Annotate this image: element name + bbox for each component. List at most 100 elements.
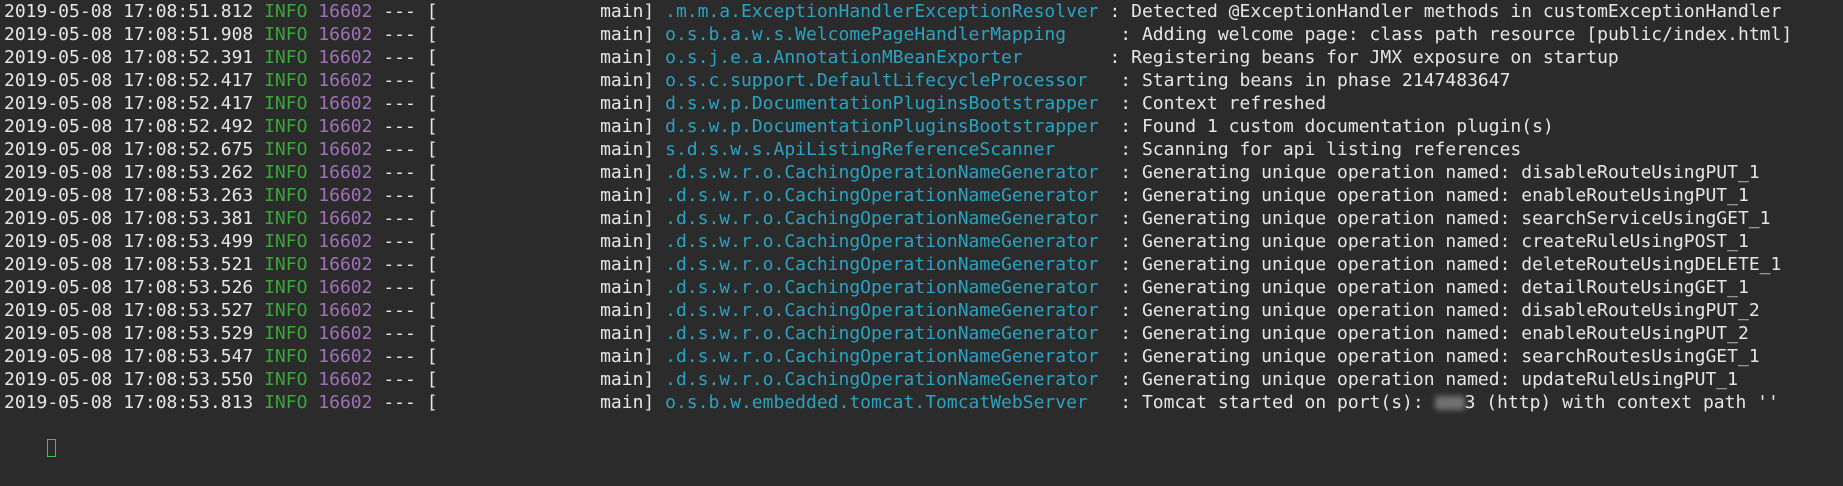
log-pid: 16602 <box>318 185 373 206</box>
log-separator: --- <box>383 185 416 206</box>
log-level: INFO <box>264 70 308 91</box>
log-thread: [ main] <box>426 392 655 413</box>
log-logger: .d.s.w.r.o.CachingOperationNameGenerator <box>665 323 1110 344</box>
log-thread: [ main] <box>426 24 655 45</box>
log-separator: --- <box>383 93 416 114</box>
log-message: : Found 1 custom documentation plugin(s) <box>1120 116 1554 137</box>
log-line: 2019-05-08 17:08:53.263 INFO 16602 --- [… <box>4 184 1843 207</box>
log-logger: d.s.w.p.DocumentationPluginsBootstrapper <box>665 116 1110 137</box>
log-message-suffix: 3 (http) with context path '' <box>1464 392 1779 413</box>
log-message: : Registering beans for JMX exposure on … <box>1109 47 1619 68</box>
log-timestamp: 2019-05-08 17:08:53.526 <box>4 277 254 298</box>
log-line: 2019-05-08 17:08:53.526 INFO 16602 --- [… <box>4 276 1843 299</box>
log-timestamp: 2019-05-08 17:08:53.547 <box>4 346 254 367</box>
log-pid: 16602 <box>318 300 373 321</box>
log-separator: --- <box>383 116 416 137</box>
log-level: INFO <box>264 323 308 344</box>
log-logger: .m.m.a.ExceptionHandlerExceptionResolver <box>665 1 1099 22</box>
log-message: : Generating unique operation named: del… <box>1120 254 1782 275</box>
log-logger: .d.s.w.r.o.CachingOperationNameGenerator <box>665 208 1110 229</box>
log-separator: --- <box>383 300 416 321</box>
log-message: : Generating unique operation named: dis… <box>1120 162 1760 183</box>
log-logger: .d.s.w.r.o.CachingOperationNameGenerator <box>665 162 1110 183</box>
log-separator: --- <box>383 392 416 413</box>
log-logger: .d.s.w.r.o.CachingOperationNameGenerator <box>665 254 1110 275</box>
log-level: INFO <box>264 93 308 114</box>
log-logger: d.s.w.p.DocumentationPluginsBootstrapper <box>665 93 1110 114</box>
log-pid: 16602 <box>318 392 373 413</box>
log-pid: 16602 <box>318 70 373 91</box>
log-timestamp: 2019-05-08 17:08:52.675 <box>4 139 254 160</box>
log-message: : Adding welcome page: class path resour… <box>1120 24 1793 45</box>
log-logger: o.s.b.a.w.s.WelcomePageHandlerMapping <box>665 24 1110 45</box>
log-level: INFO <box>264 208 308 229</box>
log-separator: --- <box>383 323 416 344</box>
terminal-output[interactable]: 2019-05-08 17:08:51.812 INFO 16602 --- [… <box>0 0 1843 457</box>
log-separator: --- <box>383 254 416 275</box>
log-logger: s.d.s.w.s.ApiListingReferenceScanner <box>665 139 1110 160</box>
log-logger: .d.s.w.r.o.CachingOperationNameGenerator <box>665 346 1110 367</box>
log-timestamp: 2019-05-08 17:08:51.908 <box>4 24 254 45</box>
log-pid: 16602 <box>318 323 373 344</box>
log-thread: [ main] <box>426 162 655 183</box>
log-pid: 16602 <box>318 1 373 22</box>
log-timestamp: 2019-05-08 17:08:51.812 <box>4 1 254 22</box>
log-level: INFO <box>264 24 308 45</box>
log-line: 2019-05-08 17:08:53.499 INFO 16602 --- [… <box>4 230 1843 253</box>
log-thread: [ main] <box>426 254 655 275</box>
log-line: 2019-05-08 17:08:53.521 INFO 16602 --- [… <box>4 253 1843 276</box>
log-line: 2019-05-08 17:08:52.492 INFO 16602 --- [… <box>4 115 1843 138</box>
log-pid: 16602 <box>318 277 373 298</box>
log-thread: [ main] <box>426 93 655 114</box>
log-level: INFO <box>264 300 308 321</box>
log-separator: --- <box>383 277 416 298</box>
log-message: : Generating unique operation named: sea… <box>1120 208 1771 229</box>
redacted-port <box>1434 396 1465 410</box>
log-level: INFO <box>264 1 308 22</box>
log-logger: o.s.j.e.a.AnnotationMBeanExporter <box>665 47 1099 68</box>
log-line: 2019-05-08 17:08:53.813 INFO 16602 --- [… <box>4 391 1843 414</box>
log-thread: [ main] <box>426 369 655 390</box>
log-separator: --- <box>383 24 416 45</box>
log-separator: --- <box>383 231 416 252</box>
log-level: INFO <box>264 392 308 413</box>
log-message: : Generating unique operation named: cre… <box>1120 231 1749 252</box>
log-pid: 16602 <box>318 116 373 137</box>
log-timestamp: 2019-05-08 17:08:52.417 <box>4 70 254 91</box>
log-timestamp: 2019-05-08 17:08:53.529 <box>4 323 254 344</box>
log-pid: 16602 <box>318 254 373 275</box>
log-level: INFO <box>264 185 308 206</box>
log-message: : Starting beans in phase 2147483647 <box>1120 70 1511 91</box>
log-pid: 16602 <box>318 231 373 252</box>
log-timestamp: 2019-05-08 17:08:53.499 <box>4 231 254 252</box>
log-line: 2019-05-08 17:08:51.812 INFO 16602 --- [… <box>4 0 1843 23</box>
log-line: 2019-05-08 17:08:53.550 INFO 16602 --- [… <box>4 368 1843 391</box>
log-timestamp: 2019-05-08 17:08:53.381 <box>4 208 254 229</box>
log-pid: 16602 <box>318 139 373 160</box>
log-timestamp: 2019-05-08 17:08:53.263 <box>4 185 254 206</box>
log-separator: --- <box>383 47 416 68</box>
log-pid: 16602 <box>318 47 373 68</box>
log-pid: 16602 <box>318 208 373 229</box>
log-line: 2019-05-08 17:08:53.547 INFO 16602 --- [… <box>4 345 1843 368</box>
log-separator: --- <box>383 139 416 160</box>
log-timestamp: 2019-05-08 17:08:52.417 <box>4 93 254 114</box>
log-message: : Generating unique operation named: ena… <box>1120 185 1749 206</box>
log-thread: [ main] <box>426 139 655 160</box>
log-logger: o.s.c.support.DefaultLifecycleProcessor <box>665 70 1110 91</box>
log-message: : Scanning for api listing references <box>1120 139 1522 160</box>
log-thread: [ main] <box>426 208 655 229</box>
log-thread: [ main] <box>426 231 655 252</box>
log-timestamp: 2019-05-08 17:08:53.262 <box>4 162 254 183</box>
log-separator: --- <box>383 162 416 183</box>
log-thread: [ main] <box>426 346 655 367</box>
log-message: : Generating unique operation named: ena… <box>1120 323 1749 344</box>
log-timestamp: 2019-05-08 17:08:53.813 <box>4 392 254 413</box>
log-timestamp: 2019-05-08 17:08:53.521 <box>4 254 254 275</box>
log-line: 2019-05-08 17:08:52.417 INFO 16602 --- [… <box>4 69 1843 92</box>
log-separator: --- <box>383 346 416 367</box>
log-separator: --- <box>383 1 416 22</box>
log-line: 2019-05-08 17:08:53.262 INFO 16602 --- [… <box>4 161 1843 184</box>
log-message: : Context refreshed <box>1120 93 1327 114</box>
log-thread: [ main] <box>426 1 655 22</box>
